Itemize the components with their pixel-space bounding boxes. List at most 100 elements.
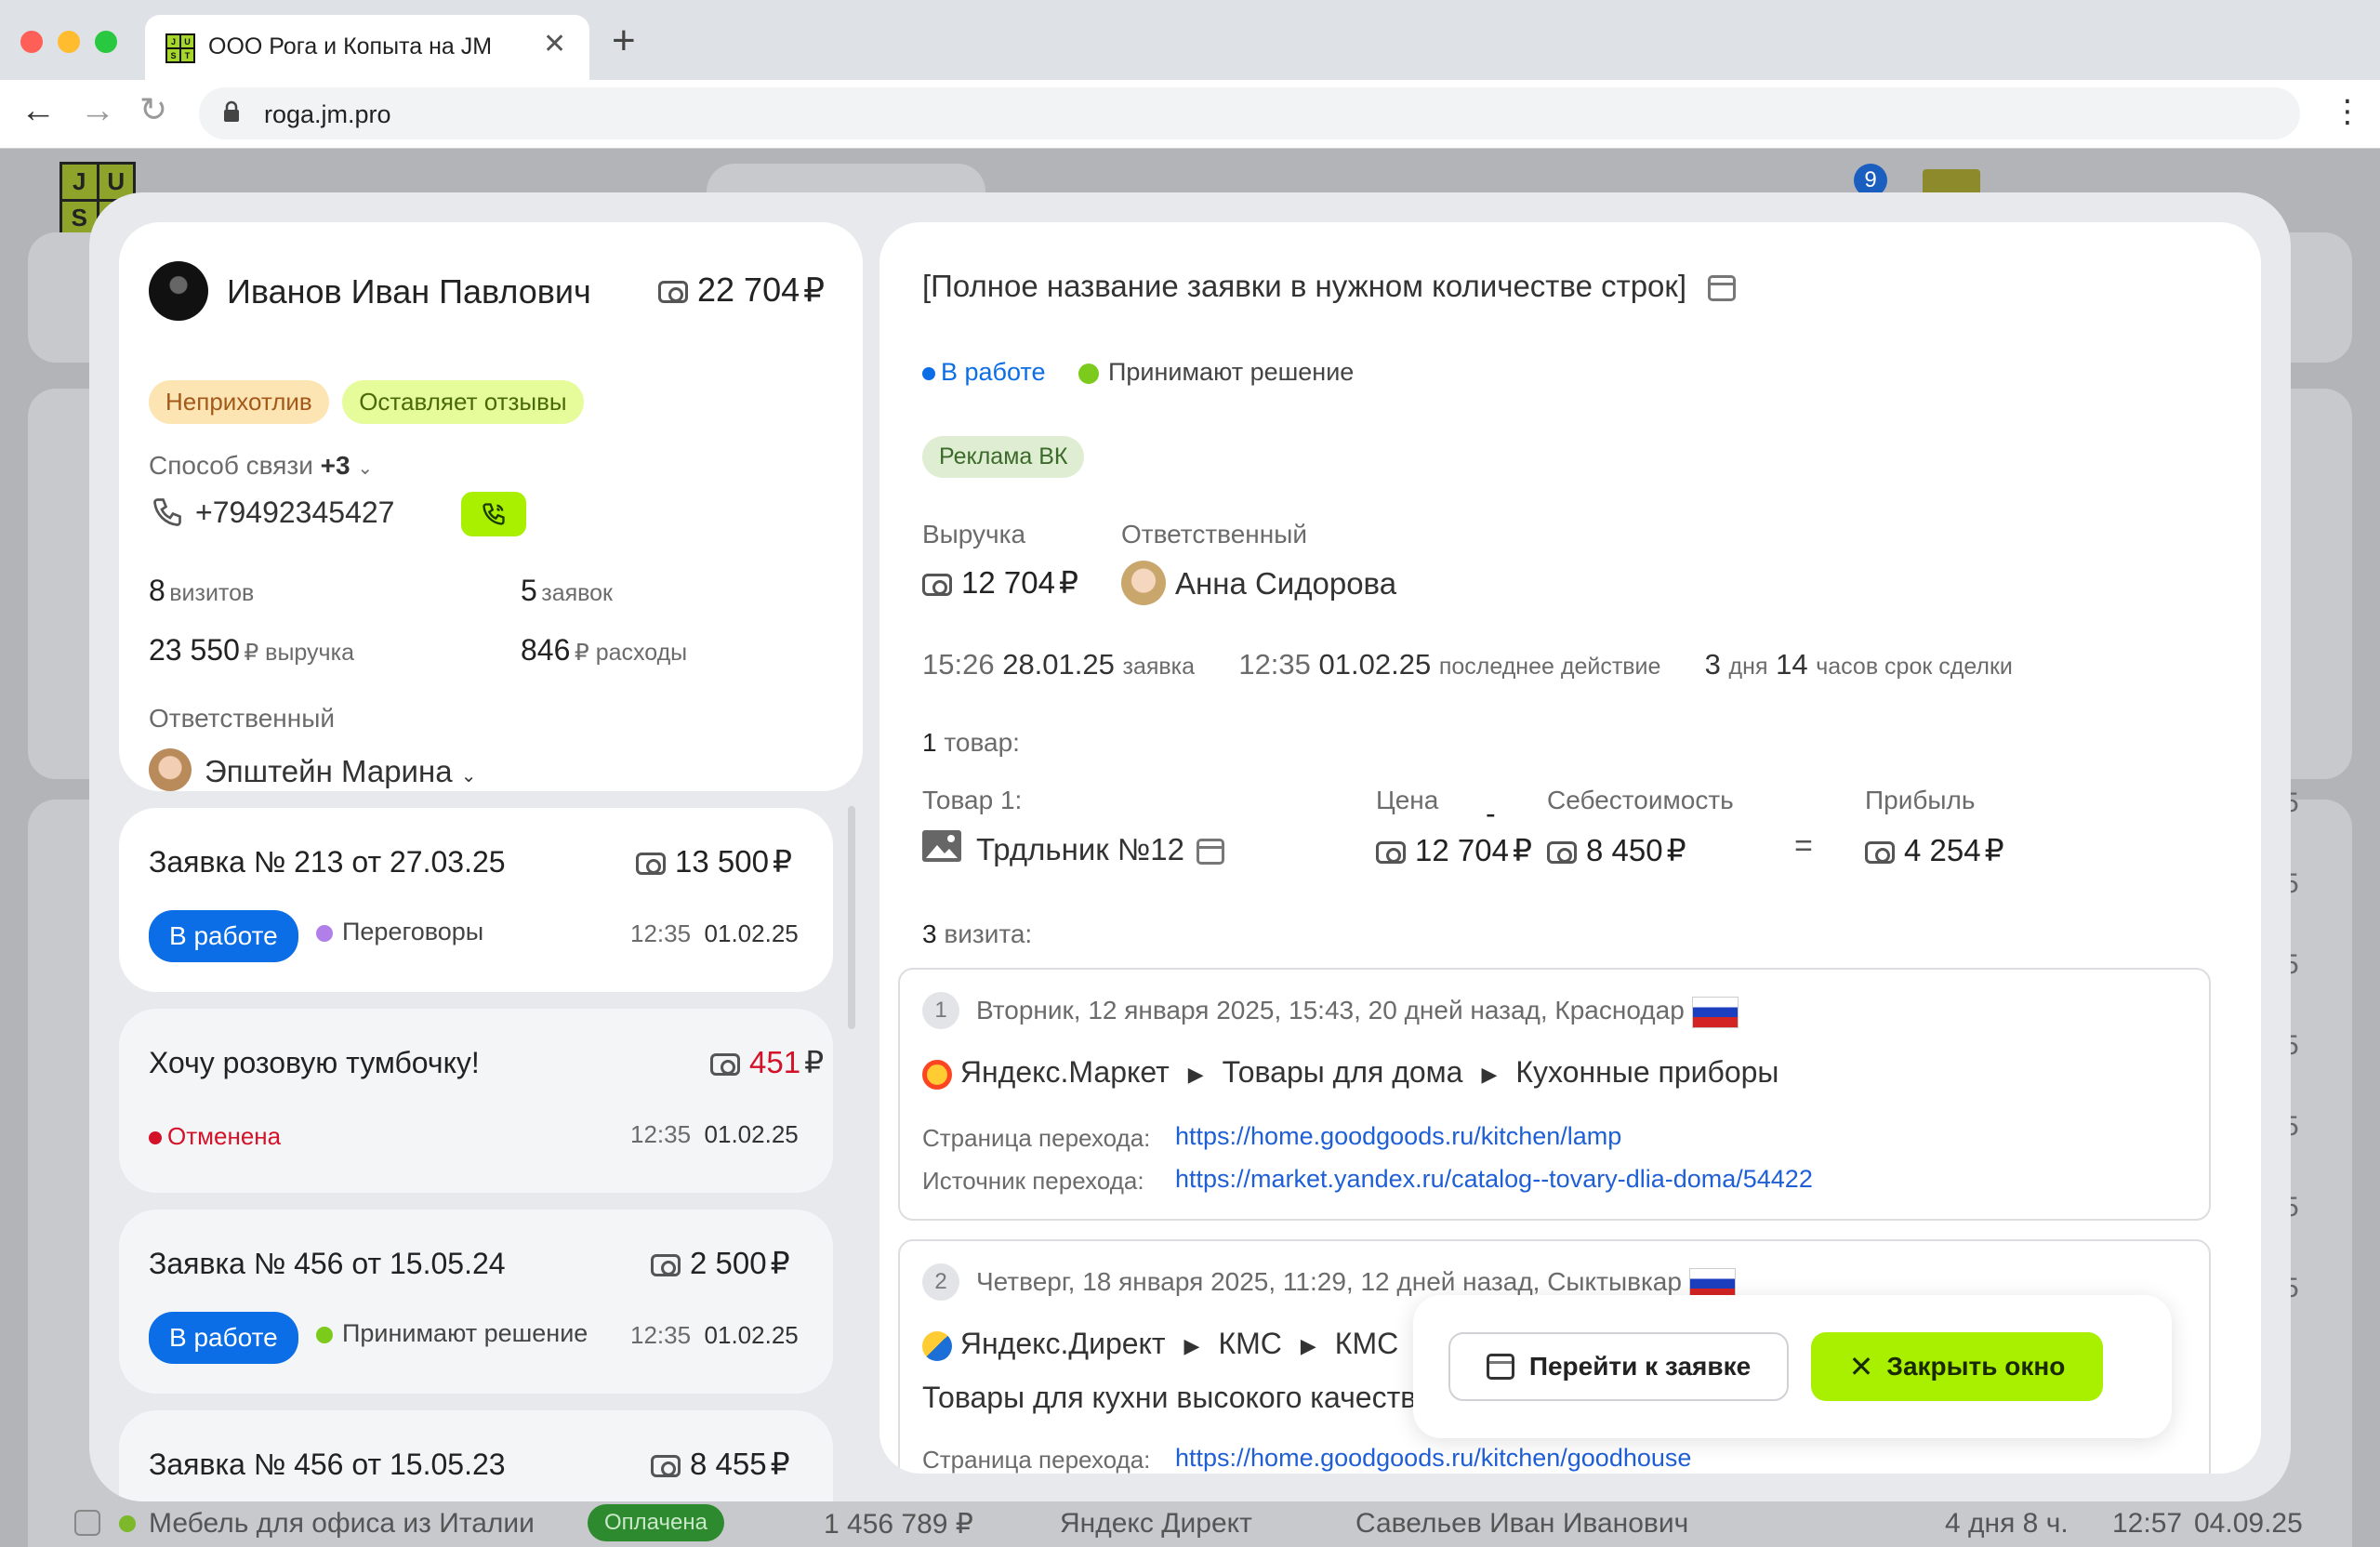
url-text: roga.jm.pro [264,100,391,128]
responsible-select[interactable]: Эпштейн Марина ⌄ [205,754,477,789]
visit-description: Товары для кухни высокого качества [922,1381,1433,1414]
order-title: Заявка № 213 от 27.03.25 [149,845,506,879]
item-label: Товар 1: [922,786,1023,814]
close-tab-icon[interactable]: ✕ [543,28,566,60]
source-label: Источник перехода: [922,1167,1144,1195]
edit-icon[interactable] [1197,839,1225,866]
chevron-right-icon: ▶ [1187,1062,1204,1086]
client-card: Иванов Иван Павлович 22 704 ₽ Неприхотлив… [119,222,863,791]
browser-tab[interactable]: JUST ООО Рога и Копыта на JM ✕ [145,15,589,80]
chevron-right-icon: ▶ [1481,1062,1498,1086]
visit-path: Яндекс.Маркет ▶ Товары для дома ▶ Кухонные п… [922,1055,1778,1090]
client-expenses: 846 ₽ расходы [521,633,688,667]
client-name: Иванов Иван Павлович [227,272,591,311]
image-icon [922,830,961,862]
order-card[interactable]: Заявка № 456 от 15.05.23 8 455 ₽ [119,1410,833,1501]
row-status: Оплачена [588,1504,724,1541]
action-bar: Перейти к заявке ✕ Закрыть окно [1413,1295,2172,1438]
cost-label: Себестоимость [1547,786,1734,814]
client-phone[interactable]: +79492345427 [195,496,394,530]
profit-label: Прибыль [1865,786,1976,814]
row-time: 12:57 [2112,1508,2183,1539]
reload-icon[interactable]: ↻ [139,93,167,126]
tag-picky: Неприхотлив [149,380,329,424]
close-icon: ✕ [1848,1350,1874,1383]
row-name: Мебель для офиса из Италии [149,1508,535,1539]
visits-count: 3 визита: [922,919,1033,948]
close-window-button[interactable]: ✕ Закрыть окно [1811,1332,2103,1401]
source-link[interactable]: https://market.yandex.ru/catalog--tovary… [1175,1165,1813,1194]
row-date: 04.09.25 [2194,1508,2303,1539]
item-price: 12 704 ₽ [1376,832,1532,868]
visit-card: 1 Вторник, 12 января 2025, 15:43, 20 дне… [898,968,2211,1221]
order-amount: 13 500 ₽ [636,843,792,879]
chevron-right-icon: ▶ [1183,1333,1200,1357]
deal-tag: Реклама ВК [922,436,1085,478]
lock-icon [224,100,239,122]
price-label: Цена [1376,786,1439,814]
minus-sign: - [1486,797,1496,830]
close-window-button[interactable] [20,31,43,53]
deal-responsible-avatar [1121,561,1166,605]
order-stage: Принимают решение [316,1319,588,1348]
client-tags: Неприхотлив Оставляет отзывы [149,380,584,424]
deal-timeline: 15:26 28.01.25 заявка 12:35 01.02.25 пос… [922,648,2013,681]
order-status-badge[interactable]: В работе [149,910,298,962]
contact-method[interactable]: Способ связи +3 ⌄ [149,451,373,481]
forward-icon[interactable]: → [80,93,115,128]
page-label: Страница перехода: [922,1446,1151,1474]
deal-title: [Полное название заявки в нужном количес… [922,269,1737,304]
row-checkbox[interactable] [74,1510,100,1536]
row-amount: 1 456 789 ₽ [824,1509,973,1540]
client-orders: 5 заявок [521,574,613,607]
new-tab-icon[interactable]: + [612,20,636,61]
deal-panel: [Полное название заявки в нужном количес… [879,222,2261,1474]
orders-scrollbar[interactable] [848,806,855,1029]
deal-stage[interactable]: Принимают решение [1078,358,1354,387]
order-title: Заявка № 456 от 15.05.24 [149,1247,506,1280]
goods-count: 1 товар: [922,728,1020,757]
row-duration: 4 дня 8 ч. [1945,1508,2069,1539]
client-visits: 8 визитов [149,574,255,607]
yandex-market-icon [922,1059,952,1090]
edit-icon[interactable] [1708,275,1737,302]
order-datetime: 12:35 01.02.25 [630,1321,799,1349]
visit-number: 2 [922,1263,959,1301]
call-button[interactable] [461,492,526,536]
client-modal: Иванов Иван Павлович 22 704 ₽ Неприхотлив… [89,192,2291,1501]
row-source: Яндекс Директ [1060,1508,1252,1539]
russia-flag-icon [1691,996,1739,1028]
maximize-window-button[interactable] [95,31,117,53]
visit-path: Яндекс.Директ ▶ КМС ▶ КМС [922,1327,1398,1361]
deal-revenue: 12 704 ₽ [922,564,1078,601]
order-card[interactable]: Заявка № 456 от 15.05.24 2 500 ₽ В работе… [119,1210,833,1394]
address-bar[interactable]: roga.jm.pro [199,87,2300,139]
order-status: Отменена [149,1122,281,1151]
item-cost: 8 450 ₽ [1547,832,1686,868]
order-card[interactable]: Хочу розовую тумбочку! 451 ₽ Отменена 12:… [119,1009,833,1193]
minimize-window-button[interactable] [58,31,80,53]
client-revenue: 23 550 ₽ выручка [149,633,354,667]
bg-table-row: Мебель для офиса из Италии Оплачена 1 45… [0,1501,2380,1547]
order-status-badge[interactable]: В работе [149,1312,298,1364]
browser-toolbar: ← → ↻ roga.jm.pro ⋮ [0,80,2380,149]
page-label: Страница перехода: [922,1124,1151,1152]
order-icon [1486,1354,1514,1380]
responsible-avatar [149,748,192,791]
phone-call-icon [483,503,505,525]
client-balance: 22 704 ₽ [658,271,825,310]
deal-status[interactable]: В работе [922,358,1046,387]
phone-icon [153,498,181,526]
order-card[interactable]: Заявка № 213 от 27.03.25 13 500 ₽ В работ… [119,808,833,992]
browser-menu-icon[interactable]: ⋮ [2332,93,2363,130]
browser-tabstrip: JUST ООО Рога и Копыта на JM ✕ + [0,0,2380,80]
goto-order-button[interactable]: Перейти к заявке [1448,1332,1789,1401]
deal-responsible[interactable]: Анна Сидорова [1175,566,1396,602]
visit-number: 1 [922,992,959,1029]
equals-sign: = [1794,828,1813,864]
back-icon[interactable]: ← [20,93,56,128]
page-link[interactable]: https://home.goodgoods.ru/kitchen/goodho… [1175,1444,1691,1473]
order-amount: 8 455 ₽ [651,1446,790,1482]
page-link[interactable]: https://home.goodgoods.ru/kitchen/lamp [1175,1122,1621,1151]
order-amount: 451 ₽ [710,1044,824,1080]
